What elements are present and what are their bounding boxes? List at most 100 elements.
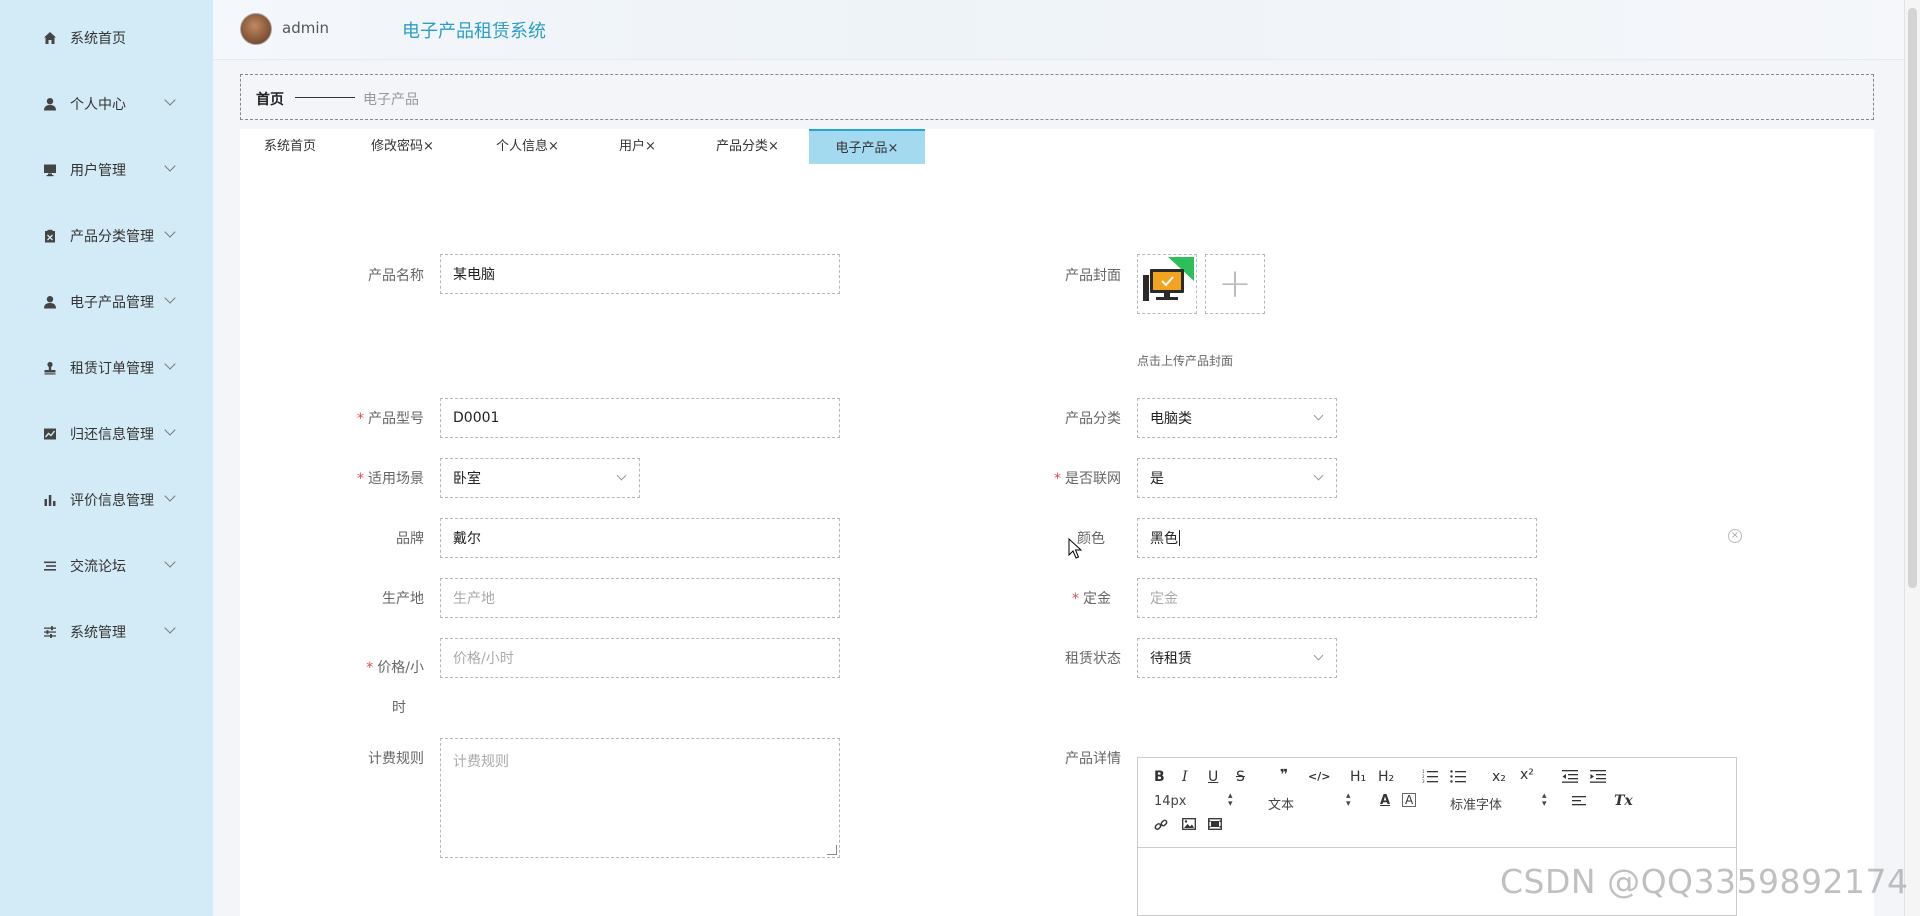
category-select[interactable]: 电脑类 [1137, 398, 1337, 438]
strike-button[interactable]: S [1236, 769, 1245, 785]
close-icon[interactable]: × [423, 139, 434, 154]
sidebar-item-label: 租赁订单管理 [70, 361, 154, 377]
required-mark: * [357, 471, 364, 487]
category-value: 电脑类 [1150, 411, 1192, 427]
tab-user[interactable]: 用户× [590, 129, 685, 164]
heading2-button[interactable]: H₂ [1378, 769, 1394, 785]
close-icon[interactable]: × [645, 139, 656, 154]
close-icon[interactable]: × [548, 139, 559, 154]
brand-input[interactable]: 戴尔 [440, 518, 840, 558]
tab-change-password[interactable]: 修改密码× [340, 129, 465, 164]
sidebar-item-home[interactable]: 系统首页 [0, 18, 213, 58]
networked-select[interactable]: 是 [1137, 458, 1337, 498]
breadcrumb: 首页 电子产品 [240, 74, 1874, 120]
avatar[interactable] [240, 13, 272, 45]
required-mark: * [1072, 591, 1079, 607]
home-icon [42, 30, 58, 46]
origin-placeholder: 生产地 [453, 591, 495, 607]
align-left-icon[interactable] [1572, 795, 1586, 811]
chevron-down-icon [164, 556, 176, 568]
sidebar-item-label: 系统管理 [70, 625, 126, 641]
price-input[interactable]: 价格/小时 [440, 638, 840, 678]
sidebar-item-return-management[interactable]: 归还信息管理 [0, 414, 213, 454]
product-name-input[interactable]: 某电脑 [440, 254, 840, 294]
bar-chart-icon [42, 492, 58, 508]
model-input[interactable]: D0001 [440, 398, 840, 438]
chevron-down-icon [164, 424, 176, 436]
color-input[interactable]: 黑色 [1137, 518, 1537, 558]
background-color-button[interactable]: A [1402, 793, 1417, 807]
clear-format-button[interactable]: Tx [1614, 793, 1633, 809]
tab-label: 用户 [619, 139, 646, 154]
video-icon[interactable] [1208, 818, 1222, 834]
text-color-button[interactable]: A [1380, 793, 1390, 808]
page-scrollbar[interactable] [1904, 0, 1920, 916]
tab-home[interactable]: 系统首页 [240, 129, 340, 164]
user-icon [42, 294, 58, 310]
list-icon [42, 558, 58, 574]
scene-select[interactable]: 卧室 [440, 458, 640, 498]
color-label: 颜色 [1077, 531, 1105, 547]
networked-label: * 是否联网 [1054, 471, 1121, 487]
product-name-label: 产品名称 [368, 268, 424, 284]
category-label: 产品分类 [1065, 411, 1121, 427]
bold-button[interactable]: B [1154, 769, 1165, 785]
deposit-placeholder: 定金 [1150, 591, 1178, 607]
blockquote-button[interactable]: ❞ [1280, 767, 1288, 783]
tab-personal-info[interactable]: 个人信息× [465, 129, 590, 164]
rent-status-select[interactable]: 待租赁 [1137, 638, 1337, 678]
billing-rule-placeholder: 计费规则 [453, 754, 509, 770]
sidebar-item-label: 交流论坛 [70, 559, 126, 575]
sidebar-item-personal-center[interactable]: 个人中心 [0, 84, 213, 124]
deposit-input[interactable]: 定金 [1137, 578, 1537, 618]
sidebar-item-order-management[interactable]: 租赁订单管理 [0, 348, 213, 388]
sidebar-item-label: 产品分类管理 [70, 229, 154, 245]
italic-button[interactable]: I [1182, 769, 1188, 785]
underline-button[interactable]: U [1208, 769, 1218, 785]
tab-electronic-product[interactable]: 电子产品× [809, 129, 925, 164]
superscript-button[interactable]: x² [1520, 767, 1534, 783]
app-title: 电子产品租赁系统 [402, 21, 546, 42]
required-mark: * [366, 660, 374, 676]
link-icon[interactable] [1154, 818, 1168, 836]
origin-label: 生产地 [382, 591, 424, 607]
image-icon[interactable] [1182, 818, 1196, 834]
breadcrumb-current: 电子产品 [363, 92, 419, 108]
ordered-list-icon[interactable]: 123 [1422, 769, 1438, 787]
outdent-icon[interactable] [1562, 769, 1578, 787]
sidebar-item-category-management[interactable]: 产品分类管理 [0, 216, 213, 256]
sidebar-item-review-management[interactable]: 评价信息管理 [0, 480, 213, 520]
code-block-button[interactable]: </> [1308, 770, 1330, 783]
sidebar-item-product-management[interactable]: 电子产品管理 [0, 282, 213, 322]
username[interactable]: admin [282, 19, 329, 37]
sidebar-item-user-management[interactable]: 用户管理 [0, 150, 213, 190]
clear-icon[interactable]: × [1728, 529, 1742, 543]
bullet-list-icon[interactable] [1450, 769, 1466, 787]
tab-label: 产品分类 [716, 139, 769, 154]
close-icon[interactable]: × [768, 139, 779, 154]
billing-rule-textarea[interactable]: 计费规则 [440, 738, 840, 858]
tab-label: 电子产品 [835, 141, 888, 156]
monitor-icon [42, 162, 58, 178]
price-label: * 价格/小 时 [366, 660, 424, 716]
font-size-select[interactable]: 14px ▴ ▾ [1154, 792, 1234, 810]
close-icon[interactable]: × [888, 141, 899, 156]
chevron-down-icon [1313, 470, 1324, 481]
breadcrumb-home[interactable]: 首页 [256, 89, 284, 109]
resize-handle[interactable] [827, 845, 837, 855]
tab-category[interactable]: 产品分类× [685, 129, 810, 164]
scrollbar-thumb[interactable] [1908, 8, 1917, 588]
sidebar-item-forum[interactable]: 交流论坛 [0, 546, 213, 586]
chevron-down-icon [1313, 650, 1324, 661]
heading1-button[interactable]: H₁ [1350, 769, 1366, 785]
required-mark: * [1054, 471, 1061, 487]
sidebar-item-system-management[interactable]: 系统管理 [0, 612, 213, 652]
upload-cover-button[interactable]: + [1205, 254, 1265, 314]
model-label: * 产品型号 [357, 411, 424, 427]
indent-icon[interactable] [1590, 769, 1606, 787]
block-type-select[interactable]: 文本 ▴ ▾ [1268, 792, 1351, 814]
font-family-select[interactable]: 标准字体 ▴ ▾ [1450, 792, 1550, 814]
subscript-button[interactable]: x₂ [1492, 769, 1506, 785]
product-cover-thumbnail[interactable] [1137, 254, 1197, 314]
origin-input[interactable]: 生产地 [440, 578, 840, 618]
